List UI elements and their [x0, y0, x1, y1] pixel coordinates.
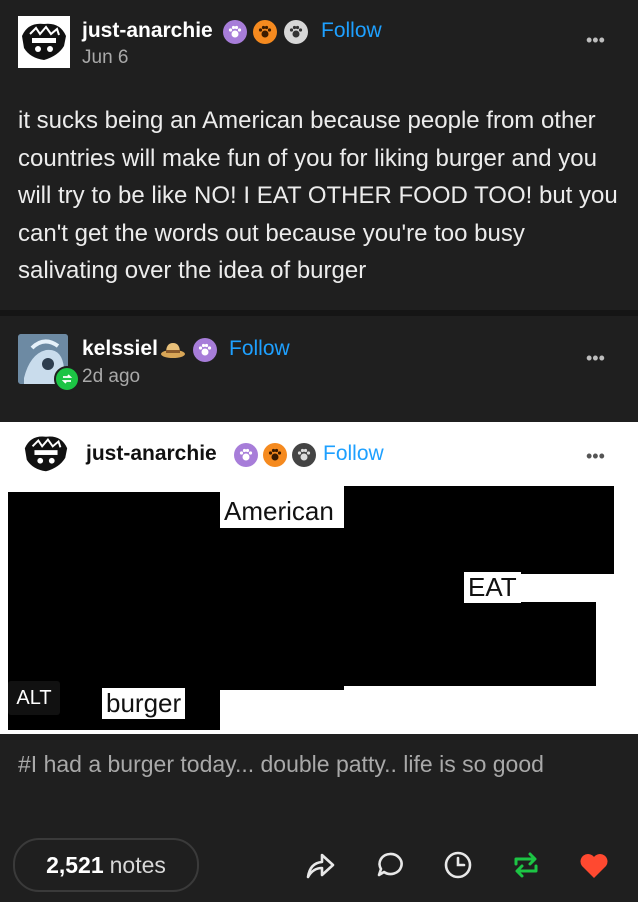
- badge-paw-orange-icon: [263, 443, 287, 467]
- word-eat: EAT: [464, 572, 521, 603]
- post-divider: [0, 310, 638, 316]
- post-tags[interactable]: #I had a burger today... double patty.. …: [18, 746, 578, 782]
- notes-button[interactable]: 2,521 notes: [13, 838, 199, 892]
- follow-button[interactable]: Follow: [229, 337, 290, 361]
- badge-paw-gray-icon: [292, 443, 316, 467]
- clock-icon[interactable]: [440, 848, 476, 882]
- hat-badge-icon: [159, 339, 187, 361]
- badge-paw-gray-icon: [284, 20, 308, 44]
- word-american: American: [220, 496, 338, 527]
- badge-paw-purple-icon: [223, 20, 247, 44]
- redaction-block: [60, 686, 102, 716]
- reblog-icon[interactable]: [508, 848, 544, 882]
- badge-paw-orange-icon: [253, 20, 277, 44]
- redaction-block: [344, 574, 464, 686]
- redaction-block: [220, 528, 344, 690]
- post-author-name[interactable]: just-anarchie: [82, 19, 213, 43]
- redaction-block: [464, 602, 596, 686]
- screenshot-author-avatar: [20, 429, 72, 479]
- post-image[interactable]: just-anarchie Follow ••• American EAT bu…: [0, 422, 638, 734]
- follow-button[interactable]: Follow: [321, 19, 382, 43]
- reblog-time[interactable]: 2d ago: [82, 366, 140, 388]
- author-avatar[interactable]: [18, 16, 70, 68]
- reblogger-name[interactable]: kelssiel: [82, 337, 158, 361]
- share-icon[interactable]: [302, 848, 338, 882]
- notes-count: 2,521: [46, 851, 104, 878]
- screenshot-author-name: just-anarchie: [86, 442, 217, 465]
- post-body-text: it sucks being an American because peopl…: [18, 107, 618, 284]
- screenshot-follow-label: Follow: [323, 442, 384, 465]
- more-options-icon[interactable]: •••: [586, 30, 605, 51]
- badge-paw-purple-icon: [193, 338, 217, 362]
- word-burger: burger: [102, 688, 186, 719]
- redaction-block: [344, 486, 614, 574]
- heart-icon[interactable]: [576, 848, 612, 882]
- post-date[interactable]: Jun 6: [82, 47, 128, 69]
- more-options-icon[interactable]: •••: [586, 348, 605, 369]
- reply-icon[interactable]: [372, 848, 408, 882]
- alt-text-badge[interactable]: ALT: [8, 681, 60, 715]
- badge-paw-purple-icon: [234, 443, 258, 467]
- notes-label: notes: [109, 851, 166, 878]
- screenshot-more-icon: •••: [586, 446, 605, 466]
- reblog-indicator-icon: [54, 366, 80, 392]
